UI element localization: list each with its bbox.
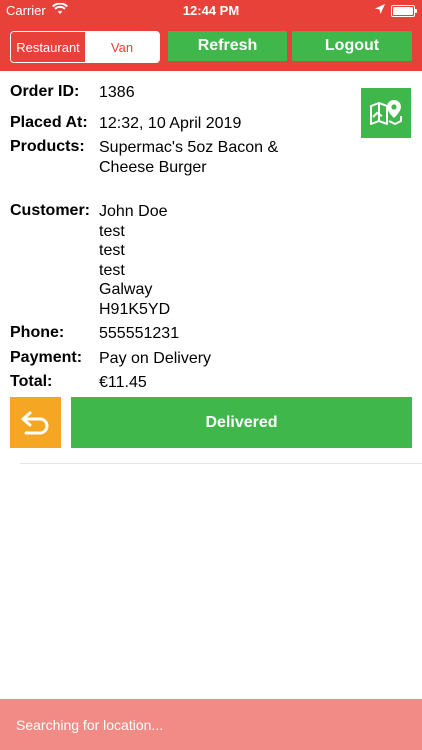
placed-at-value: 12:32, 10 April 2019 bbox=[99, 115, 242, 132]
products-line: Supermac's 5oz Bacon & bbox=[99, 139, 279, 156]
products-label: Products: bbox=[10, 138, 85, 155]
order-id-value: 1386 bbox=[99, 84, 135, 101]
address-city: Galway bbox=[99, 281, 153, 298]
address-postcode: H91K5YD bbox=[99, 300, 171, 318]
segment-van[interactable]: Van bbox=[85, 32, 159, 62]
payment-value: Pay on Delivery bbox=[99, 350, 212, 367]
products-value: Supermac's 5oz Bacon & Cheese Burger bbox=[99, 138, 278, 177]
undo-arrow-icon bbox=[21, 411, 48, 434]
map-pin-icon bbox=[370, 100, 402, 125]
location-status-bar: Searching for location... bbox=[0, 699, 422, 750]
delivered-button[interactable]: Delivered bbox=[71, 397, 412, 448]
address-line: test bbox=[99, 261, 125, 279]
customer-value: John Doe test test test Galway H91K5YD bbox=[99, 202, 170, 319]
logout-button[interactable]: Logout bbox=[292, 31, 412, 61]
segment-restaurant[interactable]: Restaurant bbox=[11, 32, 85, 62]
location-status-text: Searching for location... bbox=[16, 716, 164, 733]
battery-icon bbox=[391, 5, 417, 17]
payment-label: Payment: bbox=[10, 349, 83, 366]
customer-name: John Doe bbox=[99, 203, 168, 220]
status-bar: Carrier 12:44 PM bbox=[0, 0, 422, 22]
phone-label: Phone: bbox=[10, 324, 65, 341]
mode-segmented-control[interactable]: Restaurant Van bbox=[10, 31, 160, 63]
undo-button[interactable] bbox=[10, 397, 61, 448]
phone-value: 555551231 bbox=[99, 325, 180, 342]
total-label: Total: bbox=[10, 373, 53, 390]
products-line: Cheese Burger bbox=[99, 158, 207, 176]
clock: 12:44 PM bbox=[182, 3, 240, 18]
address-line: test bbox=[99, 242, 125, 259]
address-line: test bbox=[99, 222, 125, 240]
location-arrow-icon bbox=[374, 3, 386, 18]
divider bbox=[20, 463, 422, 464]
placed-at-label: Placed At: bbox=[10, 114, 88, 131]
open-map-button[interactable] bbox=[361, 88, 411, 138]
customer-label: Customer: bbox=[10, 202, 91, 219]
total-value: €11.45 bbox=[99, 374, 147, 391]
header-bar: Carrier 12:44 PM Restaurant Van Refresh … bbox=[0, 0, 422, 71]
refresh-button[interactable]: Refresh bbox=[168, 31, 287, 61]
order-id-label: Order ID: bbox=[10, 83, 80, 100]
